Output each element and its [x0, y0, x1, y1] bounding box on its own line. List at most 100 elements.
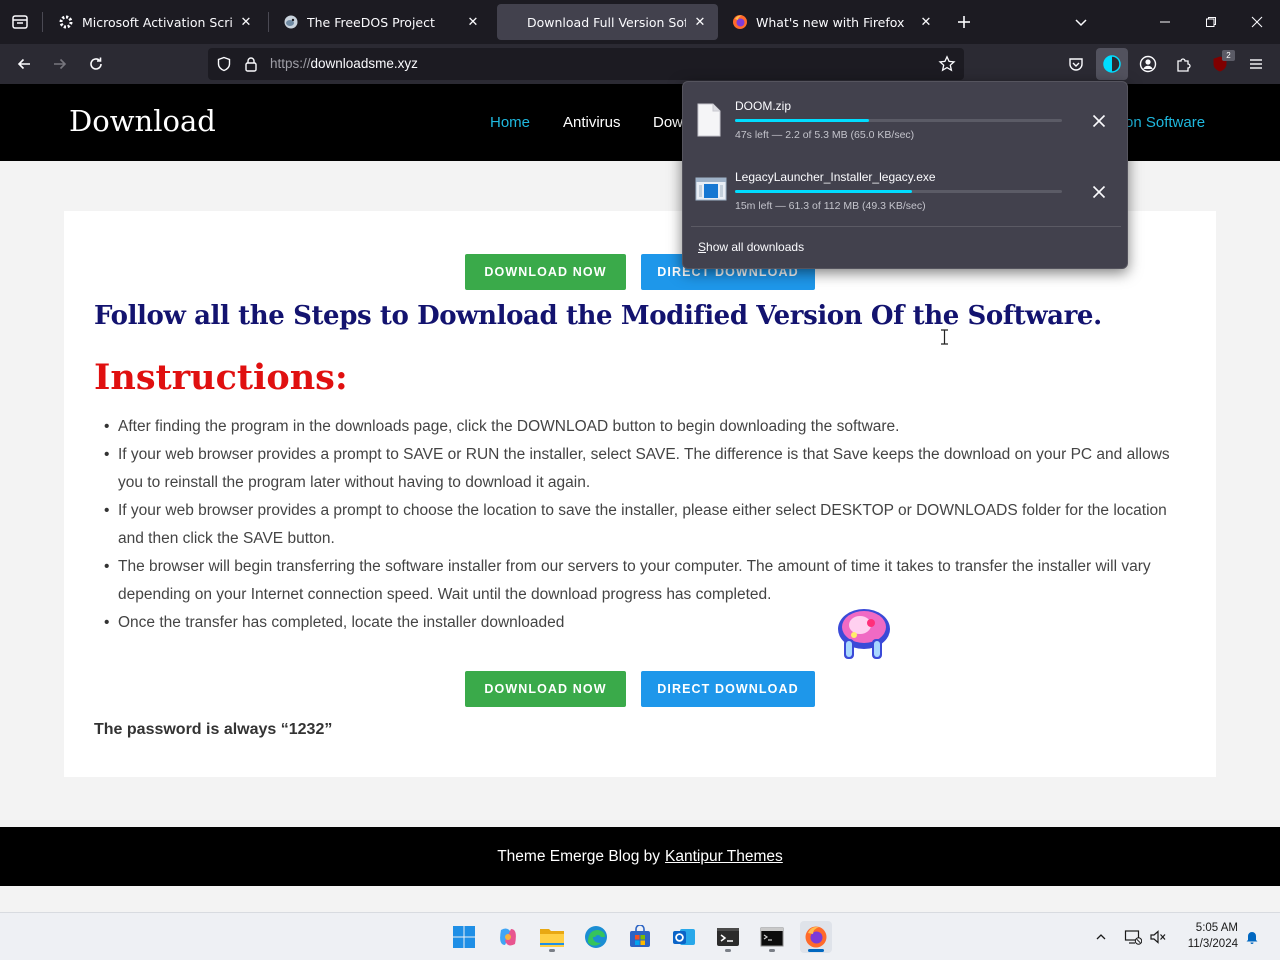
instructions-heading: Instructions:	[94, 357, 348, 398]
file-icon	[695, 103, 727, 139]
tab-bar: Microsoft Activation Scripts (MAS) ✕ The…	[0, 0, 1280, 44]
back-button[interactable]	[8, 48, 40, 80]
terminal-button[interactable]	[712, 921, 744, 953]
tab-mas[interactable]: Microsoft Activation Scripts (MAS) ✕	[48, 4, 264, 40]
extensions-button[interactable]	[1168, 48, 1200, 80]
site-title[interactable]: Download	[69, 104, 216, 138]
hamburger-menu-icon	[1250, 59, 1262, 69]
download-filename: DOOM.zip	[735, 99, 792, 113]
list-item: If your web browser provides a prompt to…	[104, 441, 1188, 497]
pocket-button[interactable]	[1060, 48, 1092, 80]
network-icon[interactable]	[1123, 927, 1143, 947]
download-progress-bar	[735, 190, 1062, 193]
edge-icon	[585, 926, 607, 948]
nav-link-antivirus[interactable]: Antivirus	[563, 114, 621, 131]
url-text: https://downloadsme.xyz	[270, 56, 418, 71]
extension-badge: 2	[1222, 50, 1235, 61]
list-item: After finding the program in the downloa…	[104, 413, 1188, 441]
restore-icon[interactable]	[1193, 4, 1229, 40]
tab-freedos[interactable]: The FreeDOS Project ✕	[273, 4, 491, 40]
tab-title: The FreeDOS Project	[307, 14, 435, 30]
clock-date: 11/3/2024	[1187, 938, 1238, 950]
tab-close-icon[interactable]: ✕	[238, 14, 254, 30]
tab-firefox-whats-new[interactable]: What's new with Firefox ✕	[722, 4, 944, 40]
lock-icon[interactable]	[244, 56, 258, 76]
microsoft-store-button[interactable]	[624, 921, 656, 953]
reload-button[interactable]	[80, 48, 112, 80]
tab-separator	[42, 12, 43, 32]
tab-title: Download Full Version Software	[527, 14, 686, 30]
download-now-button-bottom[interactable]: DOWNLOAD NOW	[465, 671, 626, 707]
show-all-downloads-link[interactable]: Show all downloads	[698, 240, 804, 254]
file-explorer-icon	[540, 929, 564, 947]
downloads-panel: DOOM.zip 47s left — 2.2 of 5.3 MB (65.0 …	[682, 81, 1128, 269]
outlook-button[interactable]	[668, 921, 700, 953]
password-note: The password is always “1232”	[94, 721, 333, 738]
back-arrow-icon	[17, 58, 30, 70]
close-icon	[1092, 185, 1106, 199]
download-filename: LegacyLauncher_Installer_legacy.exe	[735, 170, 936, 184]
nav-link-download[interactable]: Dow	[653, 114, 683, 131]
app-menu-button[interactable]	[1240, 48, 1272, 80]
close-window-icon[interactable]	[1239, 4, 1275, 40]
main-heading: Follow all the Steps to Download the Mod…	[94, 301, 1102, 331]
text-cursor-icon	[940, 329, 949, 349]
forward-arrow-icon	[54, 58, 67, 70]
outlook-icon	[673, 929, 695, 945]
windows-taskbar: 5:05 AM 11/3/2024	[0, 912, 1280, 960]
download-item-doom[interactable]: DOOM.zip 47s left — 2.2 of 5.3 MB (65.0 …	[683, 93, 1127, 155]
firefox-view-icon[interactable]	[2, 4, 38, 40]
pocket-icon	[1069, 58, 1083, 71]
tab-download-software[interactable]: Download Full Version Software ✕	[497, 4, 718, 40]
running-indicator	[769, 949, 775, 952]
ublock-origin-button[interactable]: 2	[1204, 48, 1236, 80]
tab-close-icon[interactable]: ✕	[918, 14, 934, 30]
footer-theme-link[interactable]: Kantipur Themes	[665, 848, 783, 866]
new-tab-icon[interactable]	[946, 4, 982, 40]
reload-icon	[90, 57, 102, 70]
cancel-download-button[interactable]	[1087, 180, 1111, 204]
nav-link-software[interactable]: on Software	[1125, 114, 1205, 131]
firefox-icon	[805, 926, 827, 948]
clock-time: 5:05 AM	[1195, 922, 1238, 934]
running-indicator	[808, 949, 824, 952]
copilot-button[interactable]	[492, 921, 524, 953]
list-all-tabs-icon[interactable]	[1063, 4, 1099, 40]
command-prompt-button[interactable]	[756, 921, 788, 953]
url-bar[interactable]: https://downloadsme.xyz	[208, 48, 964, 80]
site-footer: Theme Emerge Blog by Kantipur Themes	[0, 827, 1280, 886]
show-hidden-icons-chevron-icon[interactable]	[1091, 927, 1111, 947]
microsoft-store-icon	[630, 925, 650, 947]
notifications-bell-icon[interactable]	[1242, 927, 1262, 947]
terminal-icon	[717, 928, 739, 946]
close-icon	[1092, 114, 1106, 128]
download-item-legacylauncher[interactable]: LegacyLauncher_Installer_legacy.exe 15m …	[683, 164, 1127, 226]
tab-separator	[268, 12, 269, 32]
tab-title: What's new with Firefox	[756, 14, 905, 30]
cancel-download-button[interactable]	[1087, 109, 1111, 133]
volume-muted-icon[interactable]	[1148, 927, 1168, 947]
direct-download-button-bottom[interactable]: DIRECT DOWNLOAD	[641, 671, 815, 707]
nav-link-home[interactable]: Home	[490, 114, 530, 131]
firefox-taskbar-button[interactable]	[800, 921, 832, 953]
minimize-icon[interactable]	[1147, 4, 1183, 40]
tab-title: Microsoft Activation Scripts (MAS)	[82, 14, 232, 30]
download-status: 47s left — 2.2 of 5.3 MB (65.0 KB/sec)	[735, 129, 915, 141]
command-prompt-icon	[760, 927, 784, 947]
tab-close-icon[interactable]: ✕	[465, 14, 481, 30]
freedos-fish-icon	[283, 14, 299, 30]
account-button[interactable]	[1132, 48, 1164, 80]
edge-button[interactable]	[580, 921, 612, 953]
download-progress-bar	[735, 119, 1062, 122]
system-clock[interactable]: 5:05 AM 11/3/2024	[1172, 920, 1238, 952]
downloads-button[interactable]	[1096, 48, 1128, 80]
panel-divider	[691, 226, 1121, 227]
bookmark-star-icon[interactable]	[938, 55, 956, 77]
windows-start-button[interactable]	[448, 921, 480, 953]
file-explorer-button[interactable]	[536, 921, 568, 953]
tab-close-icon[interactable]: ✕	[692, 14, 708, 30]
tracking-protection-shield-icon[interactable]	[216, 56, 232, 76]
navigation-toolbar: https://downloadsme.xyz 2	[0, 44, 1280, 84]
forward-button[interactable]	[44, 48, 76, 80]
download-now-button-top[interactable]: DOWNLOAD NOW	[465, 254, 626, 290]
